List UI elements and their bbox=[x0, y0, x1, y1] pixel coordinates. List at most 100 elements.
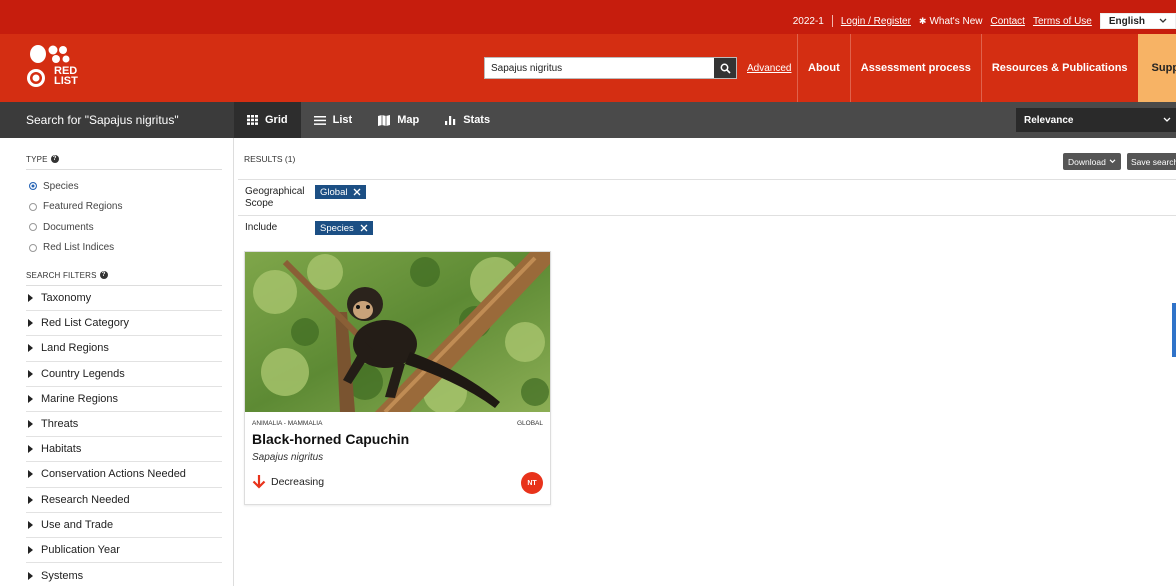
filter-label: Conservation Actions Needed bbox=[41, 468, 186, 481]
nav-about[interactable]: About bbox=[797, 34, 850, 102]
filter-publication-year[interactable]: Publication Year bbox=[26, 538, 222, 564]
nav-assessment-process[interactable]: Assessment process bbox=[849, 34, 981, 102]
language-select[interactable]: English bbox=[1099, 13, 1176, 29]
filter-label: Country Legends bbox=[41, 367, 125, 380]
filter-label: Use and Trade bbox=[41, 518, 114, 531]
radio-checked-icon bbox=[29, 182, 37, 191]
chip-label: Global bbox=[320, 186, 348, 198]
species-photo[interactable] bbox=[245, 252, 550, 412]
red-list-logo[interactable]: RED LIST bbox=[26, 44, 96, 94]
search-box bbox=[484, 57, 737, 79]
species-card[interactable]: ANIMALIA - MAMMALIA GLOBAL Black-horned … bbox=[244, 251, 551, 505]
radio-label: Featured Regions bbox=[43, 201, 123, 213]
contact-link[interactable]: Contact bbox=[991, 16, 1025, 27]
view-tabs: Grid List Map Stats bbox=[234, 102, 503, 138]
search-filters-title: SEARCH FILTERS ? bbox=[26, 268, 233, 282]
filter-sidebar: TYPE ? Species Featured Regions Document… bbox=[0, 138, 234, 586]
utility-bar: 2022-1 Login / Register ✱ What's New Con… bbox=[0, 0, 1176, 34]
sort-label: Relevance bbox=[1024, 114, 1074, 126]
sort-select[interactable]: Relevance bbox=[1016, 108, 1176, 132]
divider bbox=[831, 15, 833, 27]
help-icon[interactable]: ? bbox=[99, 271, 108, 279]
chevron-down-icon bbox=[1159, 18, 1167, 23]
capuchin-photo-image bbox=[245, 252, 550, 412]
login-register-link[interactable]: Login / Register bbox=[841, 16, 911, 27]
nav-support-us[interactable]: Support us bbox=[1137, 34, 1176, 102]
filter-label: Research Needed bbox=[41, 493, 130, 506]
search-input[interactable] bbox=[485, 58, 714, 78]
advanced-search-link[interactable]: Advanced bbox=[747, 63, 791, 74]
bar-chart-icon bbox=[445, 116, 456, 125]
help-icon[interactable]: ? bbox=[50, 155, 59, 163]
terms-link[interactable]: Terms of Use bbox=[1033, 16, 1092, 27]
filter-taxonomy[interactable]: Taxonomy bbox=[26, 286, 222, 312]
filter-land-regions[interactable]: Land Regions bbox=[26, 336, 222, 362]
filter-threats[interactable]: Threats bbox=[26, 412, 222, 438]
version-label: 2022-1 bbox=[792, 15, 824, 27]
filter-research-needed[interactable]: Research Needed bbox=[26, 488, 222, 513]
population-trend: Decreasing bbox=[252, 474, 324, 489]
filter-conservation-actions-needed[interactable]: Conservation Actions Needed bbox=[26, 462, 222, 488]
caret-right-icon bbox=[28, 495, 33, 504]
filter-label: Marine Regions bbox=[41, 392, 119, 405]
radio-label: Species bbox=[43, 180, 79, 192]
tab-map[interactable]: Map bbox=[365, 102, 432, 138]
scroll-indicator[interactable] bbox=[1172, 303, 1176, 357]
map-icon bbox=[378, 114, 391, 126]
grid-icon bbox=[247, 115, 258, 125]
divider bbox=[26, 169, 222, 170]
type-radio-documents[interactable]: Documents bbox=[26, 217, 233, 238]
tab-stats[interactable]: Stats bbox=[432, 102, 503, 138]
search-icon bbox=[720, 63, 731, 74]
card-scientific-name: Sapajus nigritus bbox=[252, 452, 324, 463]
filter-label: Taxonomy bbox=[41, 292, 92, 305]
type-radio-species[interactable]: Species bbox=[26, 176, 233, 197]
utility-links: 2022-1 Login / Register ✱ What's New Con… bbox=[793, 11, 1176, 31]
close-icon[interactable] bbox=[360, 224, 368, 232]
card-taxonomy: ANIMALIA - MAMMALIA bbox=[252, 420, 323, 427]
logo-text: RED LIST bbox=[54, 65, 78, 87]
type-radio-featured-regions[interactable]: Featured Regions bbox=[26, 197, 233, 218]
whats-new-label: What's New bbox=[929, 15, 983, 27]
radio-label: Red List Indices bbox=[43, 242, 115, 254]
filter-label: Land Regions bbox=[41, 342, 109, 355]
tab-grid-label: Grid bbox=[265, 114, 288, 126]
save-search-button[interactable]: Save search bbox=[1127, 153, 1176, 170]
trend-label: Decreasing bbox=[271, 475, 325, 488]
tab-list-label: List bbox=[332, 114, 353, 126]
filter-country-legends[interactable]: Country Legends bbox=[26, 362, 222, 387]
radio-label: Documents bbox=[43, 221, 94, 233]
filter-label: Publication Year bbox=[41, 543, 120, 556]
filter-chip-global[interactable]: Global bbox=[315, 185, 367, 199]
filter-label: Threats bbox=[41, 418, 79, 431]
search-button[interactable] bbox=[714, 58, 736, 78]
chevron-down-icon bbox=[1163, 117, 1171, 122]
include-label: Include bbox=[245, 222, 278, 233]
filter-use-and-trade[interactable]: Use and Trade bbox=[26, 513, 222, 538]
tab-grid[interactable]: Grid bbox=[234, 102, 301, 138]
star-icon: ✱ bbox=[918, 15, 927, 26]
tab-map-label: Map bbox=[397, 114, 420, 126]
filter-chip-species[interactable]: Species bbox=[315, 221, 373, 235]
filter-marine-regions[interactable]: Marine Regions bbox=[26, 387, 222, 412]
caret-right-icon bbox=[28, 470, 33, 479]
radio-icon bbox=[29, 243, 37, 252]
arrow-down-icon bbox=[252, 475, 266, 489]
filter-habitats[interactable]: Habitats bbox=[26, 437, 222, 463]
download-label: Download bbox=[1068, 156, 1106, 167]
type-radio-red-list-indices[interactable]: Red List Indices bbox=[26, 238, 233, 259]
whats-new-link[interactable]: ✱ What's New bbox=[919, 16, 983, 27]
main-header: RED LIST Advanced About Assessment proce… bbox=[0, 34, 1176, 102]
filter-red-list-category[interactable]: Red List Category bbox=[26, 311, 222, 337]
caret-right-icon bbox=[28, 319, 33, 328]
card-common-name[interactable]: Black-horned Capuchin bbox=[252, 431, 409, 447]
close-icon[interactable] bbox=[353, 188, 361, 196]
type-section-title: TYPE ? bbox=[26, 152, 233, 166]
nav-resources-publications[interactable]: Resources & Publications bbox=[980, 34, 1138, 102]
radio-icon bbox=[29, 202, 37, 211]
download-button[interactable]: Download bbox=[1063, 153, 1121, 170]
tab-list[interactable]: List bbox=[301, 102, 366, 138]
filter-systems[interactable]: Systems bbox=[26, 563, 222, 586]
results-count: RESULTS (1) bbox=[244, 154, 296, 164]
geographical-scope-label: Geographical Scope bbox=[245, 186, 305, 209]
